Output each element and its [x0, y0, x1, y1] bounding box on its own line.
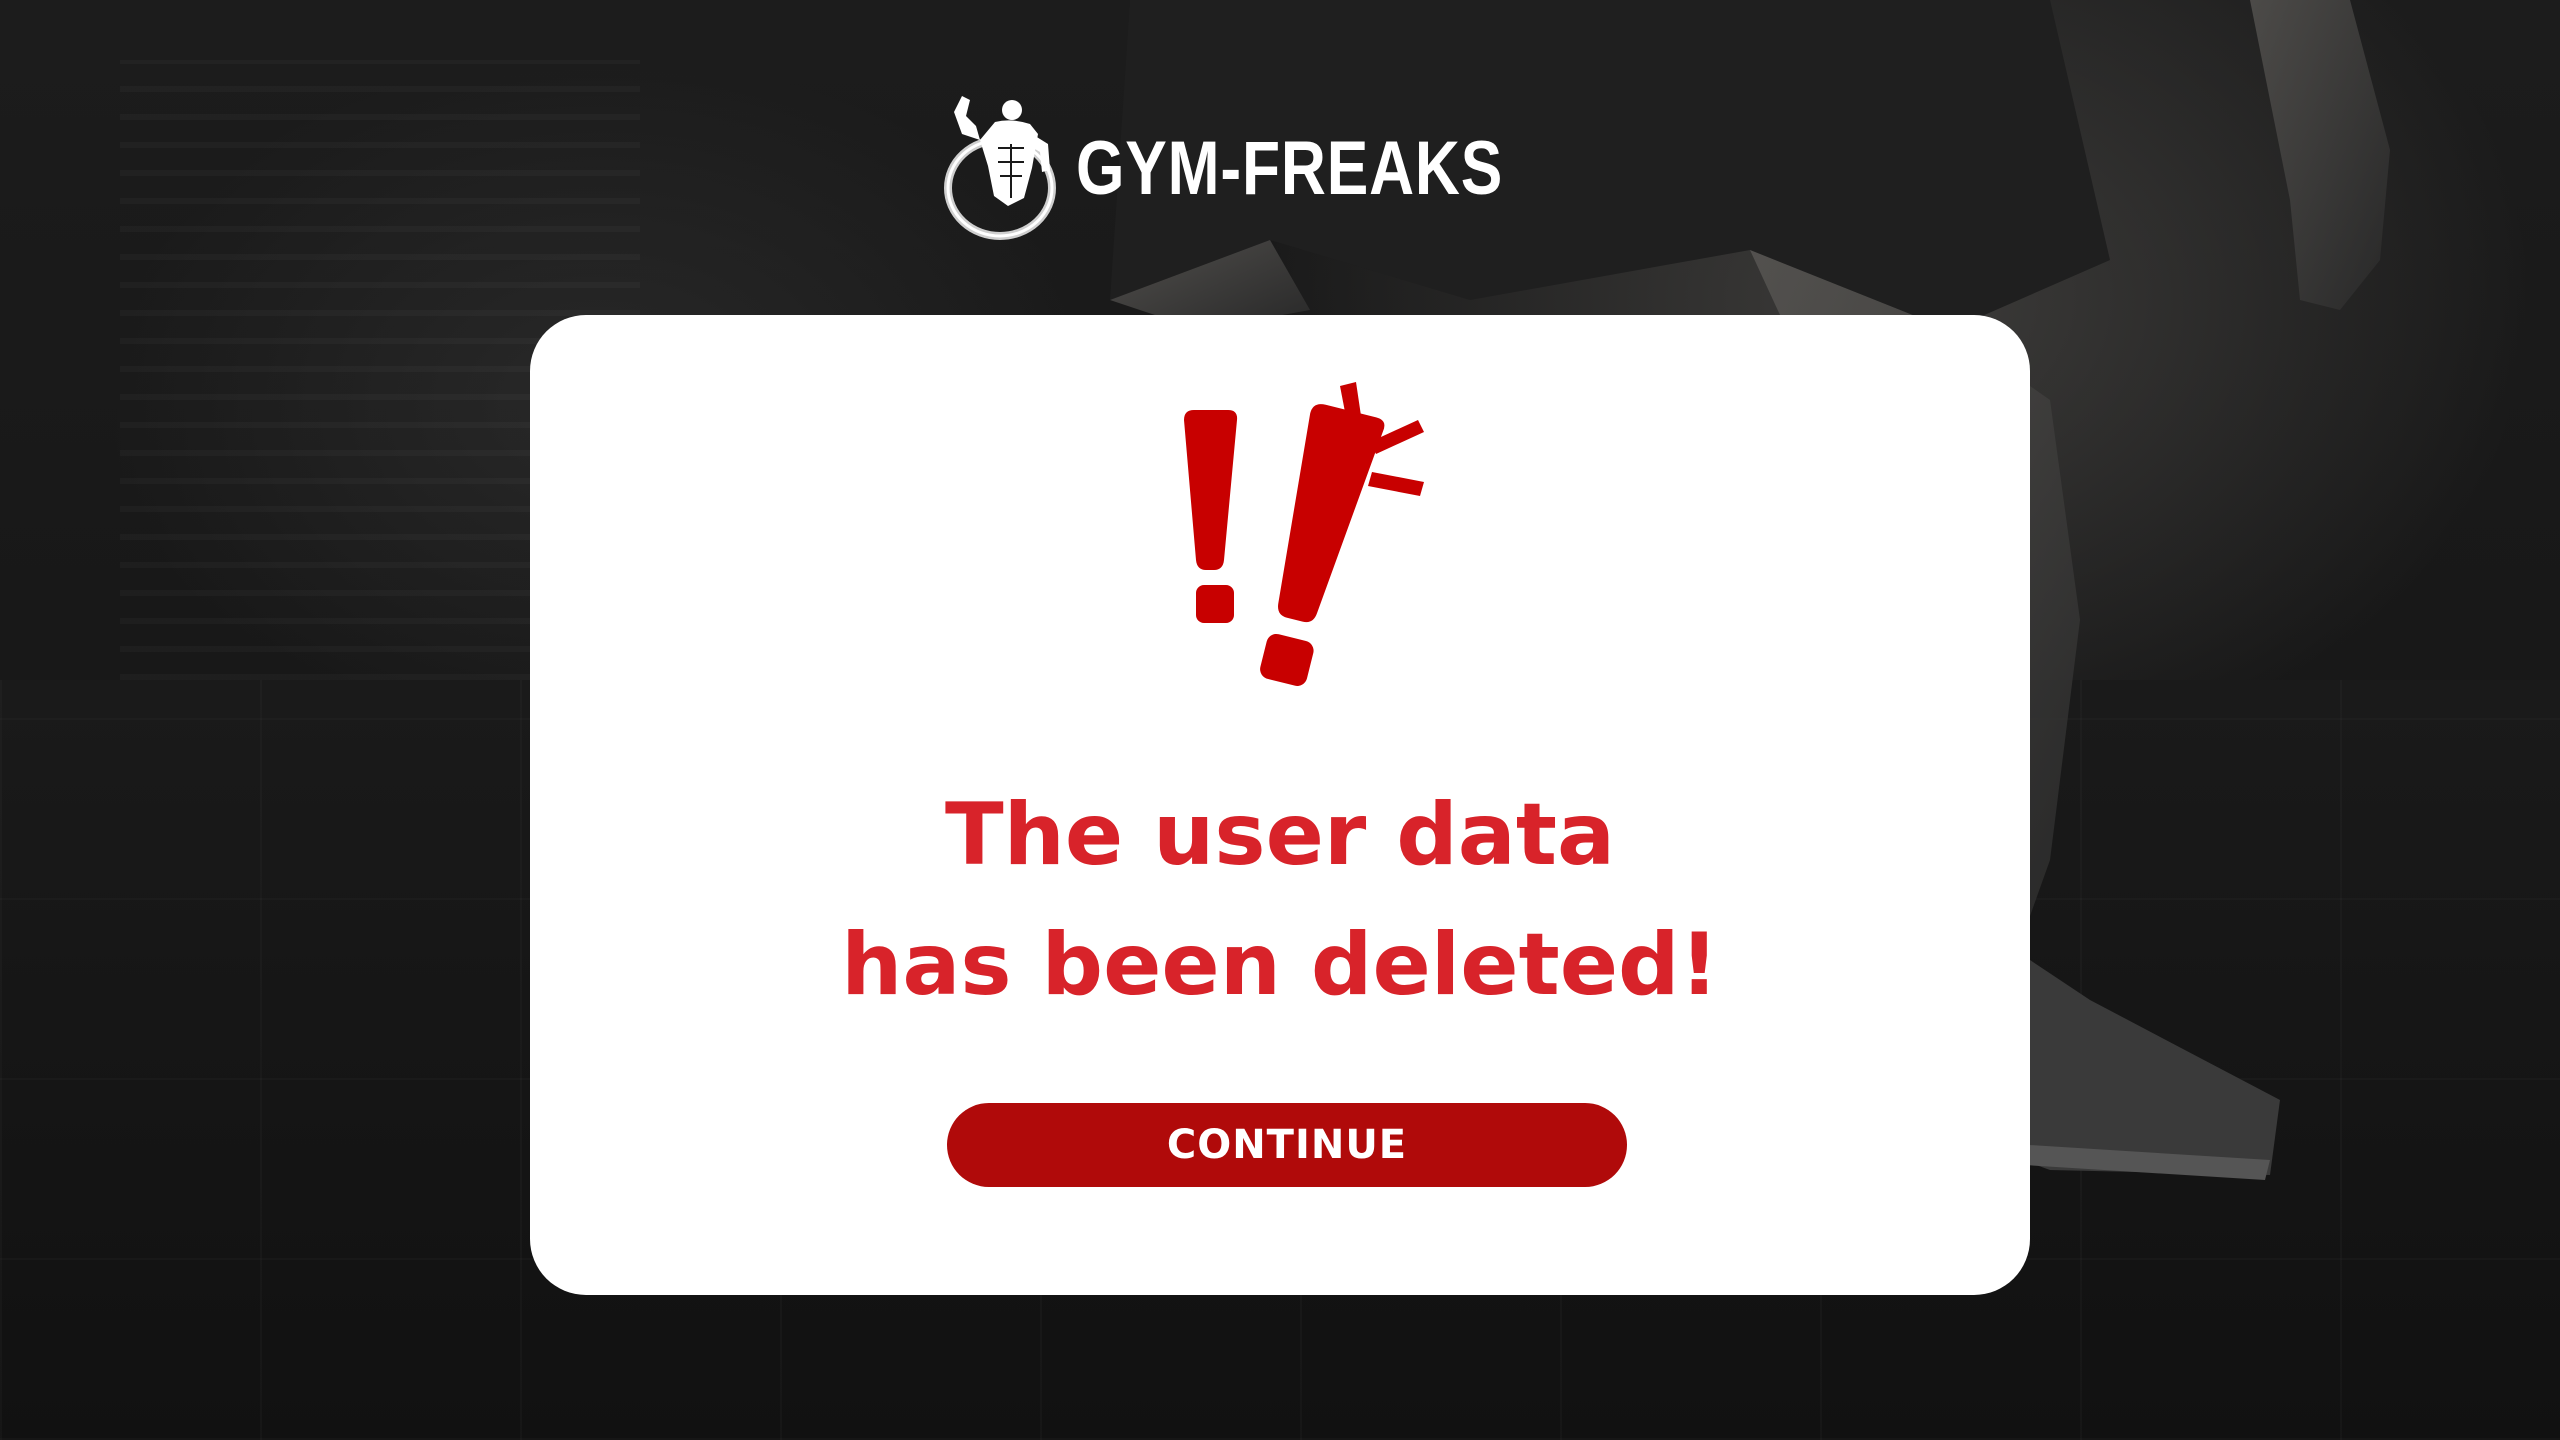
brand-name: GYM-FREAKS: [1076, 125, 1504, 211]
bodybuilder-logo-icon: [944, 96, 1056, 240]
confirmation-dialog: The user data has been deleted! CONTINUE: [530, 315, 2030, 1295]
exclamation-alert-icon: [1184, 382, 1424, 686]
brand-logo: GYM-FREAKS: [940, 88, 1597, 248]
deletion-message: The user data has been deleted!: [530, 770, 2030, 1030]
message-line-2: has been deleted!: [841, 915, 1719, 1015]
message-line-1: The user data: [945, 785, 1615, 885]
continue-button[interactable]: CONTINUE: [947, 1103, 1627, 1187]
